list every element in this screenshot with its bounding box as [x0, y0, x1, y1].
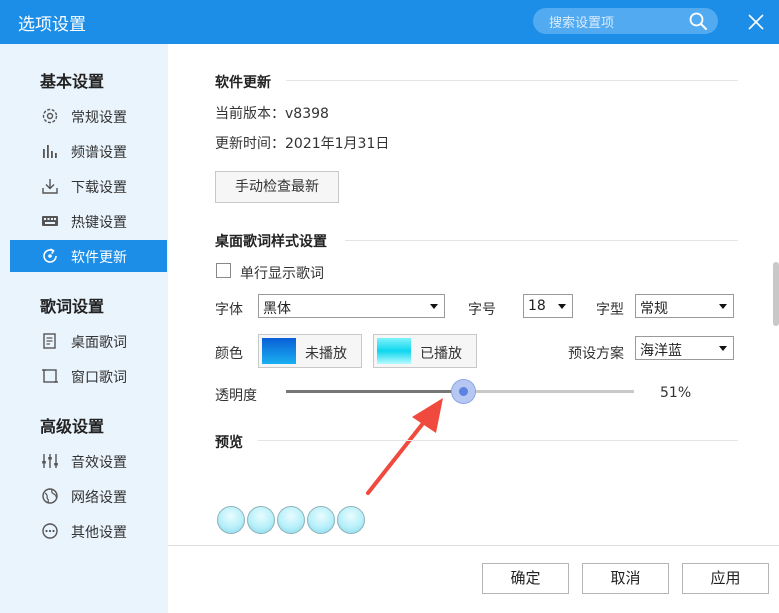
- opacity-slider-thumb[interactable]: [451, 379, 476, 404]
- window-title: 选项设置: [18, 15, 86, 35]
- sidebar-group-basic: 基本设置: [40, 72, 105, 91]
- unplayed-color-button[interactable]: 未播放: [258, 334, 362, 368]
- gear-icon: [42, 108, 58, 124]
- version-value: v8398: [285, 106, 329, 122]
- played-color-label: 已播放: [420, 346, 462, 362]
- sidebar-item-general[interactable]: 常规设置: [10, 100, 167, 132]
- sidebar-item-spectrum[interactable]: 频谱设置: [10, 135, 167, 167]
- style-select[interactable]: 常规: [635, 294, 734, 318]
- download-icon: [42, 179, 58, 194]
- preset-select[interactable]: 海洋蓝: [635, 336, 734, 360]
- sidebar-item-label: 软件更新: [71, 250, 127, 266]
- preview-bubble: [247, 506, 275, 534]
- sidebar-item-label: 网络设置: [71, 490, 127, 506]
- preview-bubble: [337, 506, 365, 534]
- played-color-button[interactable]: 已播放: [373, 334, 477, 368]
- keyboard-icon: [42, 216, 58, 226]
- color-label: 颜色: [215, 346, 243, 362]
- single-line-label: 单行显示歌词: [240, 266, 324, 282]
- sidebar-item-label: 音效设置: [71, 455, 127, 471]
- version-row: 当前版本：v8398: [215, 103, 329, 123]
- sidebar-item-label: 下载设置: [71, 180, 127, 196]
- font-select[interactable]: 黑体: [258, 294, 445, 318]
- scrollbar[interactable]: [773, 262, 779, 326]
- update-time-label: 更新时间：: [215, 136, 285, 152]
- desktop-lyrics-icon: [43, 333, 56, 349]
- update-time-value: 2021年1月31日: [285, 136, 390, 152]
- sidebar-item-network[interactable]: 网络设置: [10, 480, 167, 512]
- chevron-down-icon: [430, 304, 438, 309]
- close-icon[interactable]: [745, 11, 767, 33]
- style-label: 字型: [596, 302, 624, 318]
- sidebar-item-label: 桌面歌词: [71, 335, 127, 351]
- unplayed-color-swatch: [262, 338, 296, 364]
- sidebar-item-download[interactable]: 下载设置: [10, 170, 167, 202]
- section-divider: [258, 440, 738, 441]
- search-box[interactable]: 搜索设置项: [533, 8, 718, 34]
- update-time-row: 更新时间：2021年1月31日: [215, 133, 389, 153]
- chevron-down-icon: [719, 346, 727, 351]
- unplayed-color-label: 未播放: [305, 346, 347, 362]
- sidebar-item-label: 其他设置: [71, 525, 127, 541]
- sidebar-item-label: 常规设置: [71, 110, 127, 126]
- update-icon: [43, 248, 57, 263]
- opacity-label: 透明度: [215, 388, 257, 404]
- sidebar-group-advanced: 高级设置: [40, 417, 105, 436]
- equalizer-icon: [42, 454, 58, 468]
- preview-bubble: [277, 506, 305, 534]
- size-select[interactable]: 18: [523, 294, 573, 318]
- opacity-slider-fill: [286, 390, 463, 393]
- section-title-preview: 预览: [215, 435, 243, 451]
- sidebar-item-label: 频谱设置: [71, 145, 127, 161]
- chevron-down-icon: [558, 304, 566, 309]
- font-select-value: 黑体: [263, 301, 291, 317]
- cancel-button[interactable]: 取消: [582, 563, 669, 594]
- sidebar-item-sound-effects[interactable]: 音效设置: [10, 445, 167, 477]
- search-icon[interactable]: [688, 11, 708, 31]
- preset-select-value: 海洋蓝: [640, 343, 682, 359]
- check-update-button[interactable]: 手动检查最新: [215, 171, 339, 203]
- sidebar-item-label: 热键设置: [71, 215, 127, 231]
- search-input[interactable]: 搜索设置项: [549, 12, 614, 31]
- sidebar-group-lyrics: 歌词设置: [40, 297, 105, 316]
- section-title-update: 软件更新: [215, 75, 271, 91]
- sidebar-item-other[interactable]: 其他设置: [10, 515, 167, 547]
- font-label: 字体: [215, 302, 243, 318]
- sidebar: 基本设置 常规设置 频谱设置 下载设置 热键设置 软件更新 歌词设置 桌面歌词 …: [0, 44, 168, 613]
- footer-divider: [168, 545, 779, 546]
- spectrum-icon: [43, 145, 57, 158]
- network-icon: [42, 488, 58, 504]
- more-icon: [42, 523, 58, 539]
- sidebar-item-desktop-lyrics[interactable]: 桌面歌词: [10, 325, 167, 357]
- version-label: 当前版本：: [215, 106, 285, 122]
- sidebar-item-hotkey[interactable]: 热键设置: [10, 205, 167, 237]
- size-select-value: 18: [528, 298, 546, 314]
- window-lyrics-icon: [42, 369, 58, 383]
- played-color-swatch: [377, 338, 411, 364]
- ok-button[interactable]: 确定: [482, 563, 569, 594]
- title-bar: 选项设置 搜索设置项: [0, 0, 779, 44]
- sidebar-item-software-update[interactable]: 软件更新: [10, 240, 167, 272]
- section-title-lyrics-style: 桌面歌词样式设置: [215, 234, 327, 250]
- section-divider: [345, 240, 738, 241]
- opacity-value: 51%: [660, 385, 692, 401]
- annotation-arrow-icon: [366, 398, 443, 495]
- apply-button[interactable]: 应用: [682, 563, 769, 594]
- opacity-slider[interactable]: [286, 379, 634, 404]
- style-select-value: 常规: [640, 301, 668, 317]
- section-divider: [286, 80, 738, 81]
- size-label: 字号: [468, 302, 496, 318]
- preview-bubble: [307, 506, 335, 534]
- preview-bubble: [217, 506, 245, 534]
- preset-label: 预设方案: [568, 346, 624, 362]
- single-line-checkbox[interactable]: [216, 263, 231, 278]
- sidebar-item-label: 窗口歌词: [71, 370, 127, 386]
- chevron-down-icon: [719, 304, 727, 309]
- sidebar-item-window-lyrics[interactable]: 窗口歌词: [10, 360, 167, 392]
